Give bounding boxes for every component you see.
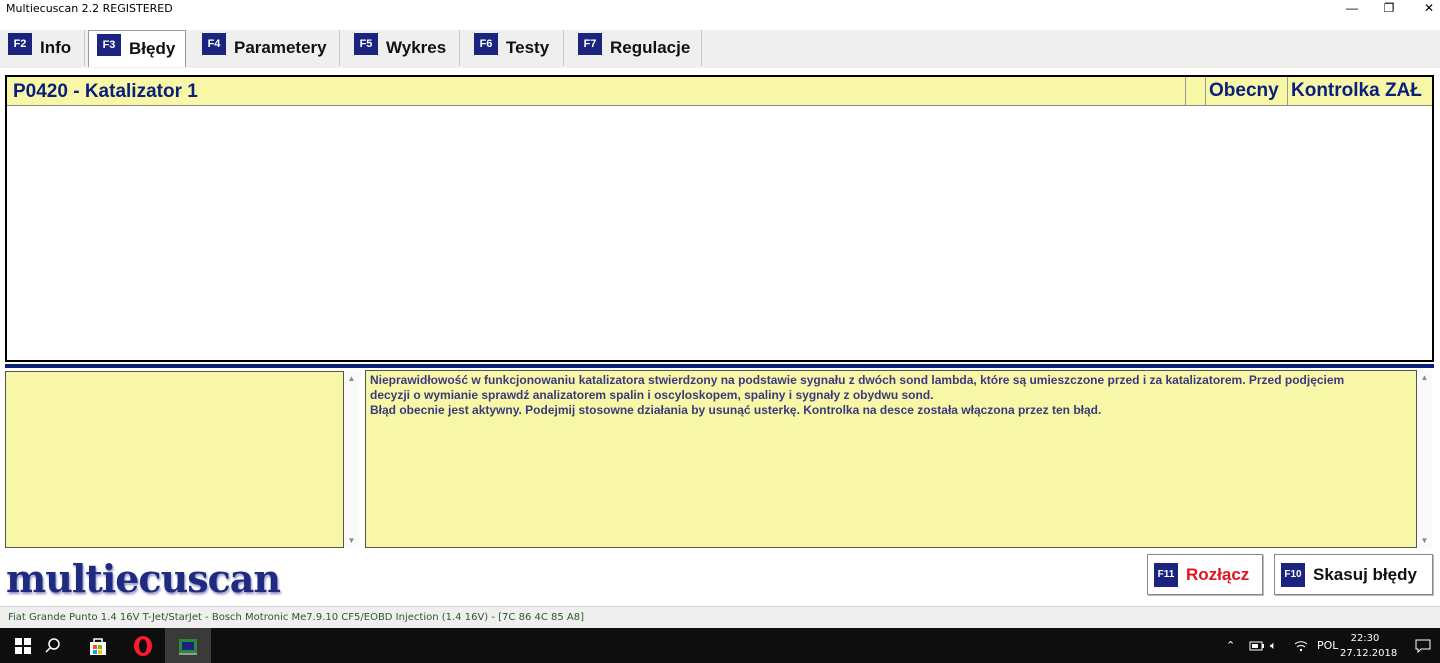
- tab-chart[interactable]: F5 Wykres: [346, 30, 460, 66]
- vehicle-status-text: Fiat Grande Punto 1.4 16V T-Jet/StarJet …: [8, 612, 585, 623]
- taskbar-clock[interactable]: 22:30 27.12.2018: [1340, 631, 1398, 661]
- tab-adjustments[interactable]: F7 Regulacje: [570, 30, 702, 66]
- f11-key-badge: F11: [1154, 562, 1178, 587]
- f5-key-badge: F5: [354, 33, 378, 55]
- f4-key-badge: F4: [202, 33, 226, 55]
- status-bar: Fiat Grande Punto 1.4 16V T-Jet/StarJet …: [0, 606, 1440, 628]
- fault-row[interactable]: P0420 - Katalizator 1 Obecny Kontrolka Z…: [7, 77, 1432, 106]
- tab-label: Wykres: [386, 38, 447, 57]
- clear-errors-label: Skasuj błędy: [1313, 564, 1417, 584]
- f10-key-badge: F10: [1281, 562, 1305, 587]
- battery-icon[interactable]: [1249, 628, 1265, 663]
- clear-errors-button[interactable]: F10 Skasuj błędy: [1274, 554, 1433, 595]
- windows-taskbar: ⌃ 🔈︎ POL 22:30 27.12.2018: [0, 628, 1440, 663]
- scroll-up-icon[interactable]: ▲: [1417, 370, 1432, 385]
- tab-label: Testy: [506, 38, 550, 57]
- network-icon[interactable]: [1294, 628, 1308, 663]
- tab-parameters[interactable]: F4 Parametery: [194, 30, 340, 66]
- multiecuscan-taskbar-icon[interactable]: [165, 628, 211, 663]
- tab-bar: F2 Info F3 Błędy F4 Parametery F5 Wykres…: [0, 30, 1440, 68]
- volume-icon[interactable]: 🔈︎: [1270, 628, 1277, 663]
- scroll-down-icon[interactable]: ▼: [344, 533, 359, 548]
- tab-label: Parametery: [234, 38, 327, 57]
- disconnect-button[interactable]: F11 Rozłącz: [1147, 554, 1263, 595]
- tab-label: Regulacje: [610, 38, 691, 57]
- description-scrollbar[interactable]: ▲ ▼: [1417, 370, 1432, 548]
- f6-key-badge: F6: [474, 33, 498, 55]
- notifications-icon[interactable]: [1415, 628, 1431, 663]
- description-line: Nieprawidłowość w funkcjonowaniu kataliz…: [370, 373, 1345, 387]
- app-logo: multiecuscan: [6, 556, 281, 601]
- input-language[interactable]: POL: [1317, 628, 1338, 663]
- disconnect-label: Rozłącz: [1186, 564, 1250, 584]
- tab-info[interactable]: F2 Info: [0, 30, 85, 66]
- f7-key-badge: F7: [578, 33, 602, 55]
- store-icon[interactable]: [75, 628, 121, 663]
- fault-description: Nieprawidłowość w funkcjonowaniu kataliz…: [365, 370, 1417, 548]
- search-icon[interactable]: [30, 628, 76, 663]
- f3-key-badge: F3: [97, 34, 121, 56]
- description-line: Błąd obecnie jest aktywny. Podejmij stos…: [370, 403, 1102, 417]
- window-title: Multiecuscan 2.2 REGISTERED: [6, 2, 173, 15]
- detail-scrollbar[interactable]: ▲ ▼: [344, 371, 359, 548]
- close-button[interactable]: ✕: [1406, 0, 1440, 16]
- show-hidden-icons[interactable]: ⌃: [1226, 628, 1235, 663]
- tab-label: Info: [40, 38, 72, 57]
- tab-errors[interactable]: F3 Błędy: [88, 30, 186, 67]
- scroll-up-icon[interactable]: ▲: [344, 371, 359, 386]
- f2-key-badge: F2: [8, 33, 32, 55]
- fault-extra: [1185, 77, 1205, 105]
- tab-label: Błędy: [129, 39, 176, 58]
- fault-list: P0420 - Katalizator 1 Obecny Kontrolka Z…: [5, 75, 1434, 362]
- tab-tests[interactable]: F6 Testy: [466, 30, 564, 66]
- fault-mil-status: Kontrolka ZAŁ: [1287, 77, 1432, 105]
- scroll-down-icon[interactable]: ▼: [1417, 533, 1432, 548]
- opera-browser-icon[interactable]: [120, 628, 166, 663]
- fault-code: P0420 - Katalizator 1: [13, 81, 198, 102]
- clock-date: 27.12.2018: [1340, 648, 1398, 659]
- description-line: decyzji o wymianie sprawdź analizatorem …: [370, 388, 934, 402]
- separator: [5, 364, 1434, 368]
- fault-detail-panel: [5, 371, 344, 548]
- title-bar: Multiecuscan 2.2 REGISTERED — ❐ ✕: [0, 0, 1440, 30]
- clock-time: 22:30: [1350, 633, 1380, 644]
- fault-status: Obecny: [1205, 77, 1287, 105]
